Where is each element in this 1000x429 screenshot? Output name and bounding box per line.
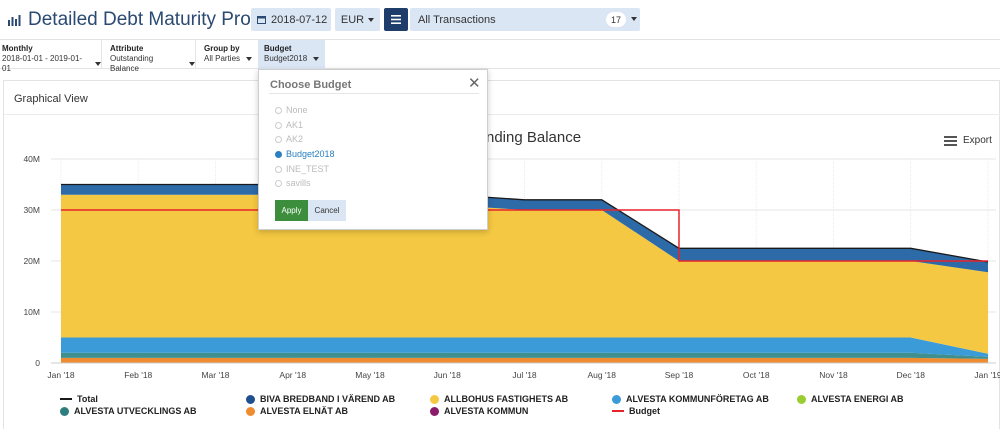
x-tick-label: Feb '18 (124, 370, 152, 380)
legend-item[interactable]: Total (60, 394, 98, 404)
x-tick-label: Apr '18 (279, 370, 306, 380)
budget-option-label: Budget2018 (286, 149, 335, 159)
radio-icon[interactable] (275, 179, 282, 187)
legend-item[interactable]: Budget (612, 406, 660, 416)
legend-item[interactable]: ALVESTA UTVECKLINGS AB (60, 406, 197, 416)
budget-option[interactable]: savills (275, 178, 311, 188)
budget-option[interactable]: Budget2018 (275, 149, 335, 159)
x-tick-label: Oct '18 (743, 370, 770, 380)
radio-icon[interactable] (275, 106, 282, 114)
x-tick-label: Jun '18 (434, 370, 461, 380)
legend-label: ALVESTA UTVECKLINGS AB (74, 406, 197, 416)
budget-option-label: INE_TEST (286, 164, 330, 174)
legend-label: ALVESTA ENERGI AB (811, 394, 904, 404)
legend-line-icon (60, 398, 72, 400)
y-tick-label: 40M (23, 154, 40, 164)
budget-option-label: AK2 (286, 134, 304, 144)
legend-item[interactable]: ALVESTA KOMMUNFÖRETAG AB (612, 394, 769, 404)
radio-icon[interactable] (275, 165, 282, 173)
radio-icon[interactable] (275, 121, 282, 129)
budget-option-label: savills (286, 178, 311, 188)
legend-label: Budget (629, 406, 660, 416)
legend-dot-icon (430, 394, 439, 404)
budget-option[interactable]: None (275, 105, 308, 115)
legend-item[interactable]: ALVESTA ENERGI AB (797, 394, 904, 404)
legend-label: ALLBOHUS FASTIGHETS AB (444, 394, 569, 404)
x-tick-label: Jul '18 (512, 370, 537, 380)
choose-budget-dialog: Choose Budget ✕ None AK1 AK2 Budget2018 INE_… (258, 69, 488, 230)
legend-dot-icon (60, 406, 69, 416)
legend-label: ALVESTA ELNÄT AB (260, 406, 348, 416)
x-tick-label: Dec '18 (896, 370, 925, 380)
legend-dot-icon (797, 394, 806, 404)
x-tick-label: May '18 (355, 370, 385, 380)
dialog-divider (269, 93, 479, 94)
legend-dot-icon (430, 406, 439, 416)
apply-button[interactable]: Apply (275, 200, 308, 221)
legend-dot-icon (246, 406, 255, 416)
legend-dot-icon (246, 394, 255, 404)
radio-icon[interactable] (275, 135, 282, 143)
radio-icon[interactable] (275, 150, 282, 158)
legend-label: BIVA BREDBAND I VÄREND AB (260, 394, 396, 404)
budget-option[interactable]: AK1 (275, 120, 303, 130)
legend-item[interactable]: ALVESTA ELNÄT AB (246, 406, 348, 416)
area-series (61, 194, 988, 354)
legend-label: ALVESTA KOMMUN (444, 406, 529, 416)
legend-item[interactable]: ALLBOHUS FASTIGHETS AB (430, 394, 568, 404)
y-tick-label: 10M (23, 307, 40, 317)
budget-option-label: AK1 (286, 120, 304, 130)
legend-item[interactable]: ALVESTA KOMMUN (430, 406, 528, 416)
x-tick-label: Jan '18 (47, 370, 74, 380)
y-tick-label: 0 (35, 358, 40, 368)
y-tick-label: 20M (23, 256, 40, 266)
legend-label: ALVESTA KOMMUNFÖRETAG AB (626, 394, 769, 404)
x-tick-label: Aug '18 (587, 370, 616, 380)
legend-item[interactable]: BIVA BREDBAND I VÄREND AB (246, 394, 395, 404)
budget-option[interactable]: INE_TEST (275, 164, 329, 174)
cancel-button[interactable]: Cancel (308, 200, 346, 221)
x-tick-label: Jan '19 (974, 370, 1000, 380)
legend-dot-icon (612, 394, 621, 404)
legend-label: Total (77, 394, 98, 404)
y-tick-label: 30M (23, 205, 40, 215)
dialog-title: Choose Budget (270, 79, 352, 91)
close-icon[interactable]: ✕ (468, 74, 481, 92)
x-tick-label: Mar '18 (201, 370, 229, 380)
budget-option-label: None (286, 105, 308, 115)
x-tick-label: Sep '18 (665, 370, 694, 380)
budget-option[interactable]: AK2 (275, 134, 303, 144)
debt-maturity-chart: 0 10M 20M 30M 40M Jan '18 Feb '18 Mar '18 Apr '1… (23, 154, 1000, 380)
legend-line-icon (612, 410, 624, 412)
area-series (61, 357, 988, 363)
x-tick-label: Nov '18 (819, 370, 848, 380)
